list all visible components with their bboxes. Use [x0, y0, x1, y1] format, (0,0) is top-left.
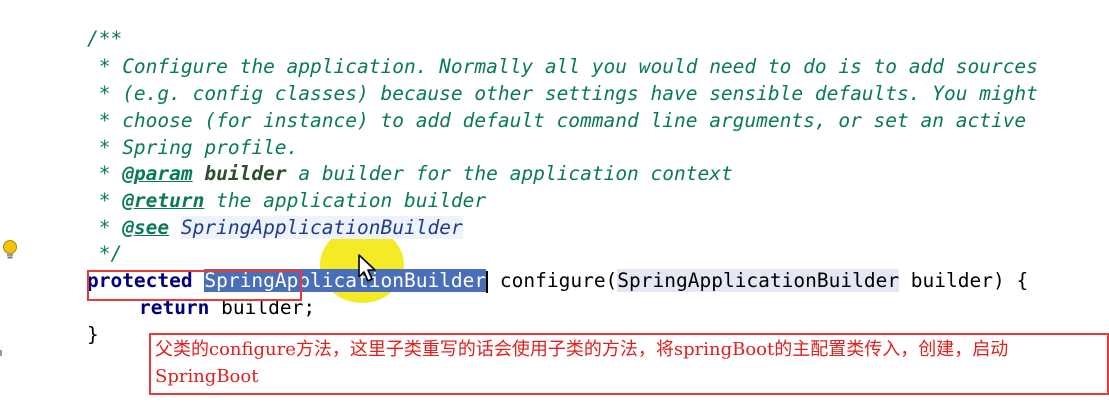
- code-editor[interactable]: /** * Configure the application. Normall…: [0, 0, 1109, 409]
- return-statement-highlight-box: [87, 270, 302, 301]
- lightbulb-icon[interactable]: [2, 238, 18, 262]
- javadoc-open: /**: [40, 0, 122, 50]
- annotation-note: 父类的configure方法，这里子类重写的话会使用子类的方法，将springB…: [149, 333, 1109, 395]
- method-signature-line: protected SpringApplicationBuilder confi…: [40, 242, 1028, 293]
- annotation-text: 父类的configure方法，这里子类重写的话会使用子类的方法，将springB…: [155, 339, 1009, 387]
- gutter-marker: [0, 350, 2, 356]
- javadoc-line-2: * (e.g. config classes) because other se…: [40, 55, 1038, 105]
- param-type[interactable]: SpringApplicationBuilder: [617, 269, 900, 292]
- javadoc-line-3: * choose (for instance) to add default c…: [40, 82, 1026, 132]
- param-variable: builder) {: [899, 269, 1029, 292]
- method-name: configure(: [488, 269, 618, 292]
- javadoc-see-line: * @see SpringApplicationBuilder: [40, 189, 463, 239]
- javadoc-param-line: * @param builder a builder for the appli…: [40, 135, 733, 185]
- mouse-pointer-icon: [358, 254, 376, 282]
- javadoc-line-4: * Spring profile.: [40, 109, 299, 159]
- javadoc-close: */: [40, 215, 123, 265]
- javadoc-return-line: * @return the application builder: [40, 162, 486, 212]
- closing-brace: }: [86, 323, 99, 346]
- javadoc-line-1: * Configure the application. Normally al…: [40, 28, 1038, 78]
- javadoc-see-tag: @see: [122, 216, 170, 239]
- javadoc-see-link[interactable]: SpringApplicationBuilder: [180, 216, 463, 239]
